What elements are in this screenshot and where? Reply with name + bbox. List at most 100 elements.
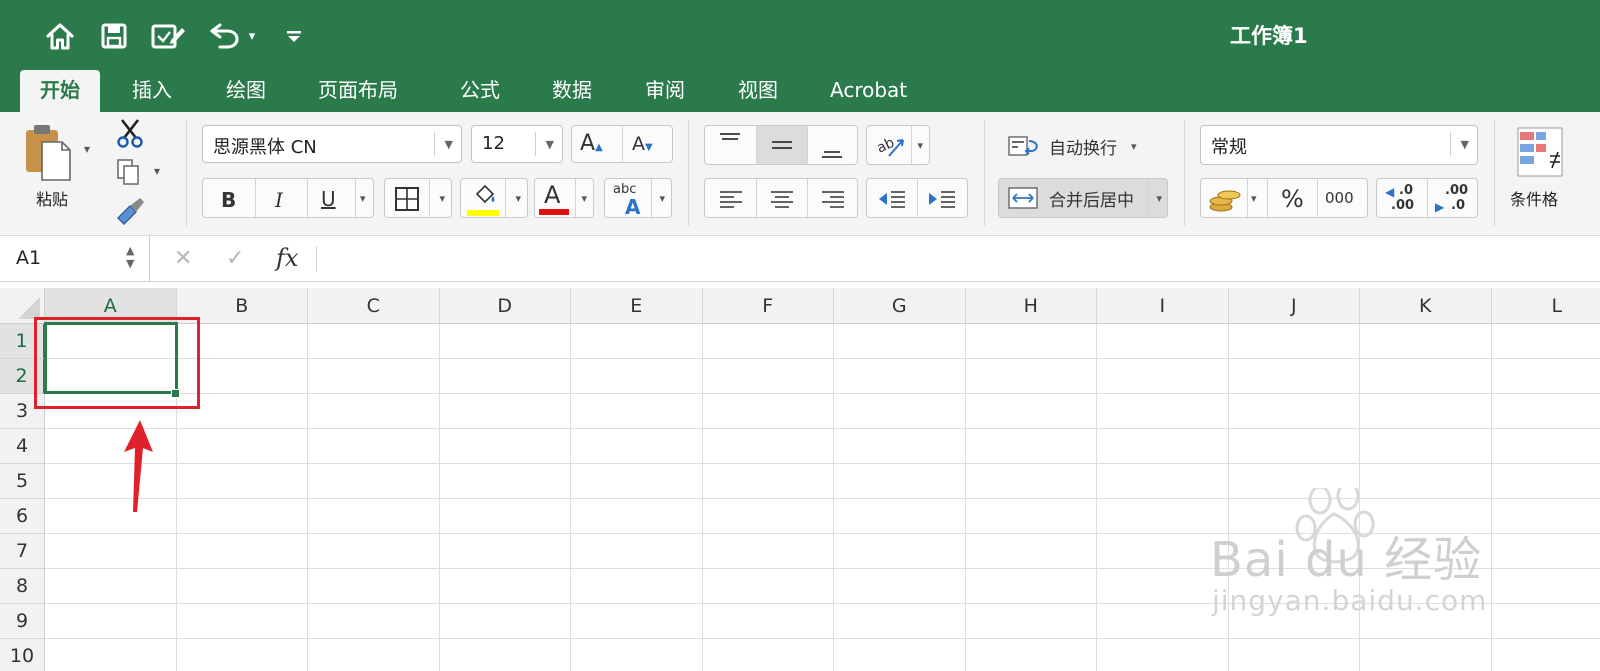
wrap-text-button[interactable]: 自动换行 ▾ [998, 128, 1168, 164]
column-header-i[interactable]: I [1097, 288, 1229, 324]
button-divider [651, 179, 652, 217]
column-header-l[interactable]: L [1491, 288, 1600, 324]
underline-dropdown-icon[interactable]: ▾ [360, 192, 366, 205]
font-size-dropdown-icon[interactable]: ▼ [546, 138, 554, 151]
align-top-icon[interactable] [719, 132, 741, 146]
phonetic-dropdown-icon[interactable]: ▾ [659, 192, 665, 205]
number-format-combo[interactable]: 常规 ▼ [1200, 125, 1478, 165]
horizontal-align-group [704, 178, 858, 218]
insert-function-icon[interactable]: fx [276, 244, 298, 272]
align-center-icon[interactable] [770, 190, 794, 208]
tab-view[interactable]: 视图 [718, 70, 798, 112]
cancel-icon[interactable]: ✕ [174, 246, 192, 271]
italic-button[interactable]: I [275, 188, 283, 212]
fill-color-button[interactable]: ▾ [460, 178, 528, 218]
row-header-8[interactable]: 8 [0, 569, 45, 604]
merge-center-icon [1008, 187, 1038, 209]
tab-insert[interactable]: 插入 [112, 70, 192, 112]
cut-icon[interactable] [116, 118, 144, 148]
column-header-k[interactable]: K [1360, 288, 1492, 324]
undo-dropdown-icon[interactable]: ▾ [244, 18, 260, 54]
column-header-g[interactable]: G [834, 288, 966, 324]
font-size-combo[interactable]: 12 ▼ [471, 125, 563, 163]
tab-home[interactable]: 开始 [20, 70, 100, 112]
merge-dropdown-icon[interactable]: ▾ [1156, 192, 1162, 205]
shrink-font-label: A [632, 133, 645, 155]
wrap-text-dropdown-icon[interactable]: ▾ [1131, 140, 1137, 153]
paste-dropdown-icon[interactable]: ▾ [84, 142, 90, 156]
align-middle-button[interactable] [757, 126, 807, 164]
copy-dropdown-icon[interactable]: ▾ [154, 164, 160, 178]
align-right-icon[interactable] [821, 190, 845, 208]
column-header-d[interactable]: D [439, 288, 571, 324]
name-box-stepper-icon[interactable]: ▲ ▼ [126, 244, 134, 270]
column-header-e[interactable]: E [571, 288, 703, 324]
save-icon[interactable] [98, 18, 130, 54]
borders-button[interactable]: ▾ [384, 178, 452, 218]
home-icon[interactable] [42, 18, 78, 54]
customize-toolbar-icon[interactable] [282, 18, 306, 54]
accounting-format-icon[interactable] [1207, 185, 1243, 213]
tab-page-layout[interactable]: 页面布局 [298, 70, 418, 112]
row-header-7[interactable]: 7 [0, 534, 45, 569]
increase-indent-icon[interactable] [927, 189, 957, 209]
dec-arrow-icon: ▶ [1435, 200, 1445, 214]
align-left-icon[interactable] [719, 190, 743, 208]
comma-style-button[interactable]: 000 [1325, 189, 1354, 207]
merge-center-button[interactable]: 合并后居中 ▾ [998, 178, 1168, 218]
grow-font-button[interactable]: A▲ [580, 131, 603, 156]
borders-dropdown-icon[interactable]: ▾ [439, 192, 445, 205]
row-header-5[interactable]: 5 [0, 464, 45, 499]
wrap-text-icon [1008, 136, 1038, 156]
undo-icon[interactable] [206, 18, 242, 54]
column-header-h[interactable]: H [965, 288, 1097, 324]
orientation-dropdown-icon[interactable]: ▾ [917, 139, 923, 152]
dec-decimal-bottom: .0 [1451, 198, 1465, 213]
tab-acrobat[interactable]: Acrobat [810, 70, 927, 112]
format-painter-icon[interactable] [114, 196, 146, 226]
font-color-dropdown-icon[interactable]: ▾ [581, 192, 587, 205]
tab-formulas[interactable]: 公式 [440, 70, 520, 112]
borders-icon [395, 187, 419, 211]
shrink-font-button[interactable]: A▼ [632, 133, 653, 155]
decrease-decimal-button[interactable]: .00 ▶ .0 [1433, 182, 1473, 216]
row-header-9[interactable]: 9 [0, 604, 45, 639]
number-format-dropdown-icon[interactable]: ▼ [1461, 138, 1469, 151]
column-header-c[interactable]: C [308, 288, 440, 324]
fill-color-dropdown-icon[interactable]: ▾ [515, 192, 521, 205]
align-bottom-icon[interactable] [821, 146, 843, 160]
dec-decimal-top: .00 [1445, 183, 1469, 198]
enter-icon[interactable]: ✓ [226, 246, 244, 271]
edit-doc-icon[interactable] [148, 18, 188, 54]
underline-button[interactable]: U [321, 187, 336, 211]
font-name-dropdown-icon[interactable]: ▼ [445, 138, 453, 151]
phonetic-guide-button[interactable]: abc A ▾ [604, 178, 672, 219]
column-header-j[interactable]: J [1228, 288, 1360, 324]
button-divider [429, 179, 430, 217]
paste-icon[interactable] [22, 122, 76, 184]
annotation-arrow-icon [124, 420, 153, 512]
row-header-6[interactable]: 6 [0, 499, 45, 534]
row-header-10[interactable]: 10 [0, 639, 45, 671]
combo-divider [434, 132, 435, 156]
worksheet-grid[interactable]: ABCDEFGHIJKL 1 2 3 4 5 6 7 8 9 10 Bai du 经验 jingy… [0, 288, 1600, 671]
tab-data[interactable]: 数据 [532, 70, 612, 112]
accounting-dropdown-icon[interactable]: ▾ [1251, 192, 1257, 205]
number-format-value: 常规 [1211, 137, 1247, 158]
row-header-4[interactable]: 4 [0, 429, 45, 464]
name-box[interactable]: A1 ▲ ▼ [0, 236, 150, 282]
font-color-button[interactable]: A ▾ [534, 178, 594, 218]
bold-button[interactable]: B [221, 188, 236, 212]
tab-review[interactable]: 审阅 [625, 70, 705, 112]
copy-icon[interactable] [116, 158, 142, 186]
conditional-formatting-icon[interactable] [1516, 126, 1564, 178]
formula-input[interactable] [330, 244, 1590, 274]
orientation-button[interactable]: ab ▾ [866, 125, 930, 165]
decrease-indent-icon[interactable] [877, 189, 907, 209]
percent-style-button[interactable]: % [1281, 185, 1304, 213]
tab-draw[interactable]: 绘图 [206, 70, 286, 112]
font-size-adjust-group: A▲ A▼ [571, 125, 673, 163]
increase-decimal-button[interactable]: ◀ .0 .00 [1383, 182, 1423, 216]
column-header-f[interactable]: F [702, 288, 834, 324]
font-name-combo[interactable]: 思源黑体 CN ▼ [202, 125, 462, 163]
